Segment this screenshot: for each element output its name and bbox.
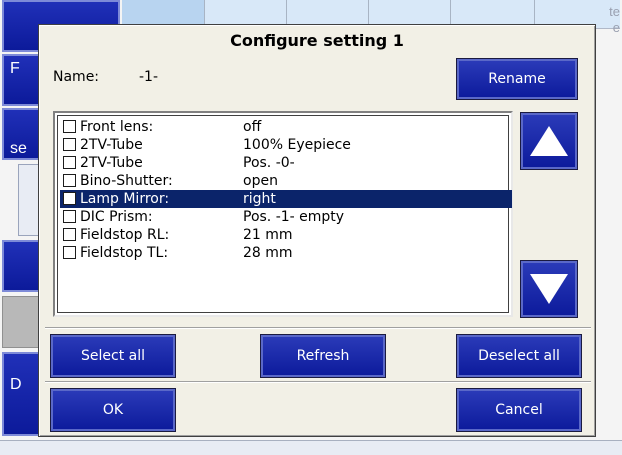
configure-setting-dialog: Configure setting 1 Name: -1- Rename Fro… [38,24,596,437]
checkbox[interactable] [63,246,76,259]
checkbox[interactable] [63,156,76,169]
item-label: DIC Prism: [80,209,153,225]
rename-button[interactable]: Rename [457,59,577,99]
item-value: off [243,119,262,135]
item-value: Pos. -1- empty [243,209,345,225]
item-label: 2TV-Tube [80,137,143,153]
item-value: 100% Eyepiece [243,137,351,153]
item-label: Lamp Mirror: [80,191,170,207]
checkbox[interactable] [63,138,76,151]
checkbox[interactable] [63,174,76,187]
checkbox[interactable] [63,228,76,241]
scroll-up-button[interactable] [521,113,577,169]
arrow-up-icon [530,126,568,156]
select-all-button[interactable]: Select all [51,335,175,377]
item-label: Front lens: [80,119,154,135]
list-item-fieldstop-tl[interactable]: Fieldstop TL: 28 mm [60,244,512,262]
list-item-front-lens[interactable]: Front lens: off [60,118,512,136]
item-label: Fieldstop RL: [80,227,170,243]
list-item-2tv-tube-pos[interactable]: 2TV-Tube Pos. -0- [60,154,512,172]
cancel-button[interactable]: Cancel [457,389,581,431]
settings-list[interactable]: Front lens: off 2TV-Tube 100% Eyepiece 2… [53,111,513,317]
refresh-button[interactable]: Refresh [261,335,385,377]
item-value: Pos. -0- [243,155,295,171]
divider [45,327,591,329]
list-item-fieldstop-rl[interactable]: Fieldstop RL: 21 mm [60,226,512,244]
settings-list-frame: Front lens: off 2TV-Tube 100% Eyepiece 2… [57,115,512,313]
checkbox[interactable] [63,210,76,223]
list-item-bino-shutter[interactable]: Bino-Shutter: open [60,172,512,190]
item-label: 2TV-Tube [80,155,143,171]
item-label: Bino-Shutter: [80,173,173,189]
dialog-title: Configure setting 1 [230,31,404,50]
background-status-bar [0,440,622,455]
scroll-down-button[interactable] [521,261,577,317]
deselect-all-button[interactable]: Deselect all [457,335,581,377]
ok-button[interactable]: OK [51,389,175,431]
checkbox[interactable] [63,120,76,133]
name-label: Name: [53,69,100,85]
list-item-2tv-tube[interactable]: 2TV-Tube 100% Eyepiece [60,136,512,154]
list-item-lamp-mirror[interactable]: Lamp Mirror: right [60,190,512,208]
item-label: Fieldstop TL: [80,245,169,261]
checkbox[interactable] [63,192,76,205]
name-value: -1- [139,69,159,85]
list-item-dic-prism[interactable]: DIC Prism: Pos. -1- empty [60,208,512,226]
background-side-text: te e [609,4,620,35]
item-value: 28 mm [243,245,293,261]
item-value: right [243,191,276,207]
item-value: 21 mm [243,227,293,243]
arrow-down-icon [530,274,568,304]
divider [45,381,591,383]
item-value: open [243,173,278,189]
